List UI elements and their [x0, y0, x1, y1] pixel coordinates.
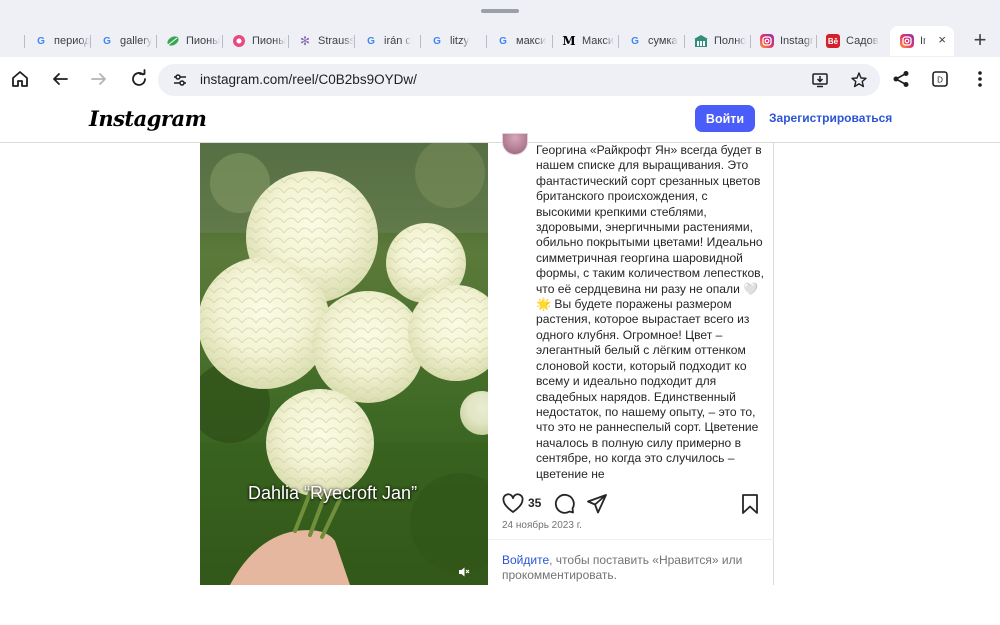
- login-prompt: Войдите, чтобы поставить «Нравится» или …: [502, 553, 764, 583]
- post-actions: 35: [502, 493, 762, 515]
- tab-separator: [90, 35, 91, 48]
- tab-separator: [222, 35, 223, 48]
- audio-muted-icon[interactable]: [458, 565, 470, 577]
- google-icon: G: [37, 35, 45, 47]
- tab-title: макси: [516, 35, 547, 47]
- browser-chrome: G периоди G gallery Пионы Пионы ✻ Straus…: [0, 0, 1000, 103]
- forward-arrow-icon[interactable]: [86, 66, 112, 92]
- tab-title: litzy: [450, 35, 469, 47]
- tab-separator: [486, 35, 487, 48]
- instagram-icon: [900, 34, 914, 48]
- post-date: 24 ноябрь 2023 г.: [502, 520, 582, 531]
- home-icon[interactable]: [7, 66, 33, 92]
- reel-video[interactable]: Dahlia “Ryecroft Jan”: [200, 143, 488, 585]
- browser-tab[interactable]: G макси: [486, 27, 552, 55]
- login-button[interactable]: Войти: [695, 105, 755, 132]
- bookmark-star-icon[interactable]: [849, 70, 869, 90]
- login-prompt-link[interactable]: Войдите: [502, 553, 549, 567]
- browser-tab[interactable]: G периоди: [24, 27, 90, 55]
- tab-title: Пионы: [186, 35, 221, 47]
- m-letter-icon: M: [562, 34, 576, 48]
- browser-tab[interactable]: G irán c: [354, 27, 420, 55]
- browser-tab-active[interactable]: Ins ×: [890, 26, 954, 56]
- window-drag-handle[interactable]: [481, 9, 519, 13]
- instagram-header: Instagram Войти Зарегистрироваться: [0, 103, 1000, 143]
- tab-title: Пионы: [252, 35, 287, 47]
- google-icon: G: [499, 35, 507, 47]
- browser-tab[interactable]: G litzy: [420, 27, 486, 55]
- browser-tab[interactable]: Пионы: [156, 27, 222, 55]
- tab-separator: [684, 35, 685, 48]
- divider: [488, 539, 774, 540]
- svg-text:D: D: [937, 76, 943, 85]
- tab-title: Макси: [582, 35, 614, 47]
- back-arrow-icon[interactable]: [47, 66, 73, 92]
- more-menu-icon[interactable]: [967, 66, 993, 92]
- tab-title: сумка: [648, 35, 678, 47]
- share-icon[interactable]: [888, 66, 914, 92]
- tab-separator: [420, 35, 421, 48]
- snowflake-icon: ✻: [299, 34, 311, 48]
- browser-tab[interactable]: Instagr: [750, 27, 816, 55]
- google-icon: G: [367, 35, 375, 47]
- browser-tab[interactable]: Bē Садов: [816, 27, 882, 55]
- tab-separator: [816, 35, 817, 48]
- browser-tab[interactable]: G gallery: [90, 27, 156, 55]
- save-bookmark-icon[interactable]: [740, 493, 760, 520]
- behance-icon: Bē: [826, 34, 840, 48]
- tab-title: Strauss: [318, 35, 354, 47]
- google-icon: G: [631, 35, 639, 47]
- likes-count[interactable]: 35: [528, 496, 541, 510]
- google-icon: G: [103, 35, 111, 47]
- building-icon: [694, 34, 708, 48]
- pink-flower-icon: [232, 34, 246, 48]
- browser-tab[interactable]: G сумка: [618, 27, 684, 55]
- browser-tab[interactable]: ✻ Strauss: [288, 27, 354, 55]
- address-bar[interactable]: instagram.com/reel/C0B2bs9OYDw/: [158, 64, 880, 96]
- leaf-icon: [166, 34, 180, 48]
- tab-separator: [156, 35, 157, 48]
- video-caption-overlay: Dahlia “Ryecroft Jan”: [248, 483, 418, 503]
- share-send-icon[interactable]: [586, 493, 608, 520]
- tab-title: Полно: [714, 35, 747, 47]
- close-tab-icon[interactable]: ×: [938, 32, 946, 47]
- dahlia-photo: [200, 143, 488, 585]
- new-tab-button[interactable]: +: [968, 28, 992, 52]
- avatar[interactable]: [502, 133, 528, 155]
- site-settings-icon[interactable]: [170, 70, 190, 90]
- tab-separator: [288, 35, 289, 48]
- instagram-icon: [760, 34, 774, 48]
- comment-bubble-icon[interactable]: [553, 493, 575, 520]
- google-icon: G: [433, 35, 441, 47]
- tab-separator: [552, 35, 553, 48]
- tab-title: Ins: [920, 35, 926, 47]
- tab-title: gallery: [120, 35, 153, 47]
- tab-title: периоди: [54, 35, 90, 47]
- browser-toolbar: instagram.com/reel/C0B2bs9OYDw/ D: [0, 57, 1000, 103]
- browser-tab[interactable]: M Макси: [552, 27, 618, 55]
- post-caption: Георгина «Райкрофт Ян» всегда будет в на…: [536, 143, 764, 481]
- tab-separator: [618, 35, 619, 48]
- install-app-icon[interactable]: [810, 70, 830, 90]
- tab-separator: [24, 35, 25, 48]
- like-heart-icon[interactable]: [502, 493, 524, 520]
- browser-tab[interactable]: Пионы: [222, 27, 288, 55]
- browser-tab[interactable]: Полно: [684, 27, 750, 55]
- tab-switcher-icon[interactable]: D: [927, 66, 953, 92]
- tab-separator: [354, 35, 355, 48]
- url-text[interactable]: instagram.com/reel/C0B2bs9OYDw/: [200, 72, 417, 87]
- reload-icon[interactable]: [126, 66, 152, 92]
- signup-link[interactable]: Зарегистрироваться: [769, 111, 892, 125]
- tab-title: Садов: [846, 35, 879, 47]
- post-side-panel: Георгина «Райкрофт Ян» всегда будет в на…: [488, 133, 774, 585]
- tab-separator: [750, 35, 751, 48]
- tab-title: Instagr: [780, 35, 814, 47]
- tab-title: irán c: [384, 35, 411, 47]
- instagram-logo[interactable]: Instagram: [89, 106, 207, 131]
- tab-strip: G периоди G gallery Пионы Пионы ✻ Straus…: [24, 26, 1000, 56]
